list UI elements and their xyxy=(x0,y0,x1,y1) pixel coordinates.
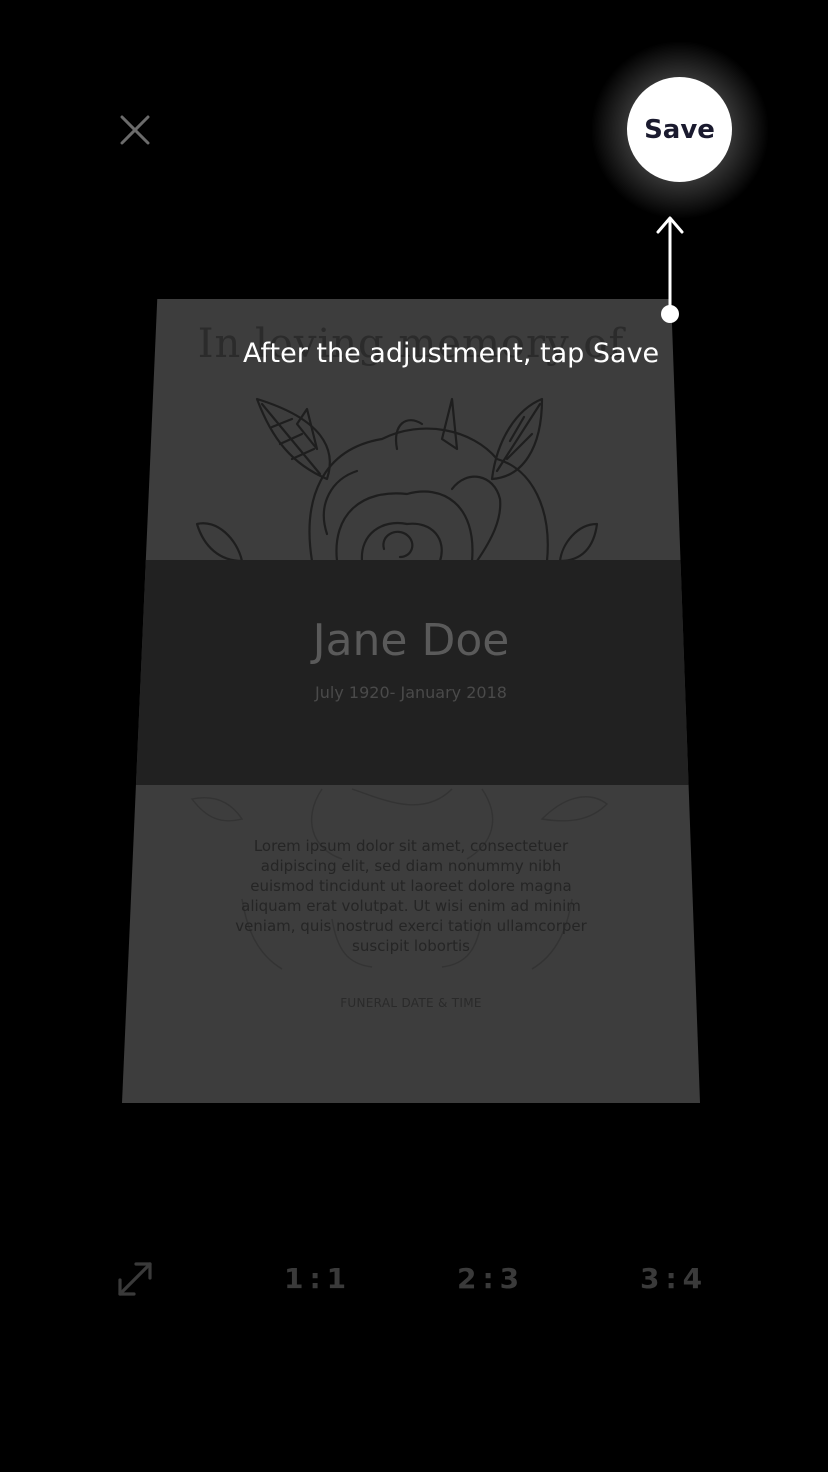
ratio-3-4-button[interactable]: 3:4 xyxy=(640,1262,708,1295)
close-icon[interactable] xyxy=(110,105,160,155)
event-label: FUNERAL DATE & TIME xyxy=(340,996,482,1010)
ratio-1-1-button[interactable]: 1:1 xyxy=(284,1262,352,1295)
arrow-up-icon xyxy=(656,216,684,323)
life-dates: July 1920- January 2018 xyxy=(315,683,507,702)
crop-editor: Save In loving memory of Jane Doe July 1… xyxy=(0,0,828,1472)
name-band xyxy=(122,560,700,785)
body-text: Lorem ipsum dolor sit amet, consectetuer… xyxy=(235,837,587,955)
save-button[interactable]: Save xyxy=(627,77,732,182)
ratio-2-3-button[interactable]: 2:3 xyxy=(457,1262,525,1295)
expand-diagonal-icon[interactable] xyxy=(112,1256,158,1302)
crop-toolbar: 1:1 2:3 3:4 xyxy=(0,1250,828,1310)
deceased-name: Jane Doe xyxy=(312,615,510,666)
invitation-card[interactable]: In loving memory of Jane Doe July 1920- … xyxy=(122,299,700,1103)
tooltip-text: After the adjustment, tap Save xyxy=(243,338,660,369)
